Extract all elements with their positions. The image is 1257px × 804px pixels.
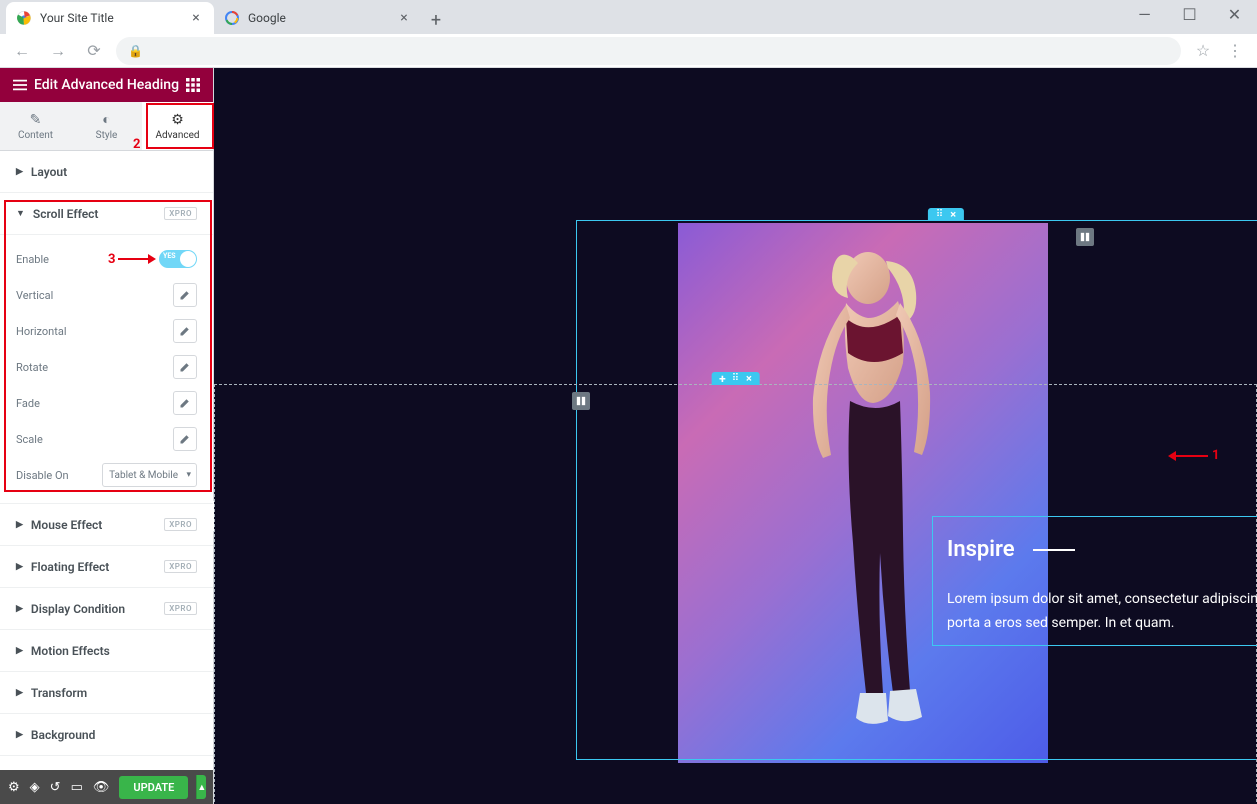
navigator-icon[interactable]: ◈ xyxy=(30,780,40,795)
forward-button[interactable]: → xyxy=(44,37,72,65)
vertical-row: Vertical xyxy=(16,277,197,313)
section-background[interactable]: ▶ Background xyxy=(0,714,213,756)
section-transform[interactable]: ▶ Transform xyxy=(0,672,213,714)
heading-row: Inspire xyxy=(947,537,1257,562)
sidebar-header: Edit Advanced Heading xyxy=(0,68,213,102)
xpro-badge: XPRO xyxy=(164,207,197,220)
tab-style[interactable]: ◐ Style xyxy=(71,102,142,150)
edit-scale-button[interactable] xyxy=(173,427,197,451)
section-handle[interactable]: ⠿ × xyxy=(928,208,964,221)
caret-down-icon: ▼ xyxy=(16,208,25,219)
history-icon[interactable]: ↺ xyxy=(50,780,61,795)
edit-fade-button[interactable] xyxy=(173,391,197,415)
sidebar-footer: ⚙ ◈ ↺ ▭ 👁 UPDATE ▲ xyxy=(0,770,213,804)
caret-right-icon: ▶ xyxy=(16,730,23,740)
tab-title: Your Site Title xyxy=(40,11,180,25)
edit-vertical-button[interactable] xyxy=(173,283,197,307)
column-handle[interactable] xyxy=(1076,228,1094,246)
gear-icon: ⚙ xyxy=(171,112,184,128)
reload-button[interactable]: ⟳ xyxy=(80,37,108,65)
caret-right-icon: ▶ xyxy=(16,646,23,656)
address-bar: ← → ⟳ 🔒 ☆ ⋮ xyxy=(0,34,1257,68)
sidebar-tabs: ✎ Content ◐ Style ⚙ Advanced xyxy=(0,102,213,151)
maximize-button[interactable]: ☐ xyxy=(1167,0,1212,28)
section-floating-effect[interactable]: ▶ Floating Effect XPRO xyxy=(0,546,213,588)
edit-horizontal-button[interactable] xyxy=(173,319,197,343)
tab-strip: Your Site Title × Google × + — ☐ ✕ xyxy=(0,0,1257,34)
editor-canvas[interactable]: ⠿ × + ⠿ × Inspire Lor xyxy=(214,68,1257,804)
chrome-icon xyxy=(16,10,32,26)
lock-icon: 🔒 xyxy=(128,44,143,58)
close-icon[interactable]: × xyxy=(188,10,204,26)
google-icon xyxy=(224,10,240,26)
close-icon[interactable]: × xyxy=(746,372,752,385)
column-handle[interactable] xyxy=(572,392,590,410)
window-controls: — ☐ ✕ xyxy=(1122,0,1257,28)
star-icon[interactable]: ☆ xyxy=(1189,37,1217,65)
tab-advanced[interactable]: ⚙ Advanced xyxy=(142,102,213,150)
disable-on-row: Disable On Tablet & Mobile xyxy=(16,457,197,493)
browser-tab[interactable]: Google × xyxy=(214,2,422,34)
plus-icon[interactable]: + xyxy=(719,372,726,386)
caret-right-icon: ▶ xyxy=(16,167,23,177)
sidebar-body: ▶ Layout ▼ Scroll Effect XPRO Enable YES… xyxy=(0,151,213,770)
grid-icon[interactable] xyxy=(183,75,203,95)
contrast-icon: ◐ xyxy=(102,111,110,128)
update-caret[interactable]: ▲ xyxy=(196,775,206,799)
xpro-badge: XPRO xyxy=(164,602,197,615)
disable-on-select[interactable]: Tablet & Mobile xyxy=(102,463,197,487)
xpro-badge: XPRO xyxy=(164,518,197,531)
pencil-icon: ✎ xyxy=(30,112,42,128)
editor: Edit Advanced Heading ✎ Content ◐ Style … xyxy=(0,68,1257,804)
rotate-row: Rotate xyxy=(16,349,197,385)
preview-icon[interactable]: 👁 xyxy=(93,780,110,795)
close-icon[interactable]: × xyxy=(396,10,412,26)
section-motion-effects[interactable]: ▶ Motion Effects xyxy=(0,630,213,672)
heading-divider xyxy=(1033,549,1075,551)
responsive-icon[interactable]: ▭ xyxy=(71,780,83,795)
heading-widget[interactable]: Inspire Lorem ipsum dolor sit amet, cons… xyxy=(932,516,1257,646)
hamburger-icon[interactable] xyxy=(10,75,30,95)
paragraph-text: Lorem ipsum dolor sit amet, consectetur … xyxy=(947,588,1257,636)
section-display-condition[interactable]: ▶ Display Condition XPRO xyxy=(0,588,213,630)
section-layout[interactable]: ▶ Layout xyxy=(0,151,213,193)
minimize-button[interactable]: — xyxy=(1122,0,1167,28)
section-scroll-effect[interactable]: ▼ Scroll Effect XPRO xyxy=(0,193,213,235)
sidebar-title: Edit Advanced Heading xyxy=(34,77,179,93)
tab-content[interactable]: ✎ Content xyxy=(0,102,71,150)
edit-rotate-button[interactable] xyxy=(173,355,197,379)
fade-row: Fade xyxy=(16,385,197,421)
drag-icon[interactable]: ⠿ xyxy=(936,209,944,220)
settings-icon[interactable]: ⚙ xyxy=(8,780,20,795)
url-input[interactable]: 🔒 xyxy=(116,37,1181,65)
close-icon[interactable]: × xyxy=(950,208,956,221)
scroll-effect-body: Enable YES Vertical Horizontal Rotate Fa… xyxy=(0,235,213,504)
editor-sidebar: Edit Advanced Heading ✎ Content ◐ Style … xyxy=(0,68,214,804)
caret-right-icon: ▶ xyxy=(16,688,23,698)
kebab-icon[interactable]: ⋮ xyxy=(1221,37,1249,65)
section-mouse-effect[interactable]: ▶ Mouse Effect XPRO xyxy=(0,504,213,546)
caret-right-icon: ▶ xyxy=(16,520,23,530)
enable-row: Enable YES xyxy=(16,241,197,277)
drag-icon[interactable]: ⠿ xyxy=(732,373,740,384)
browser-tab-active[interactable]: Your Site Title × xyxy=(6,2,214,34)
scale-row: Scale xyxy=(16,421,197,457)
horizontal-row: Horizontal xyxy=(16,313,197,349)
section-handle[interactable]: + ⠿ × xyxy=(711,372,760,385)
heading-text: Inspire xyxy=(947,537,1015,562)
close-button[interactable]: ✕ xyxy=(1212,0,1257,28)
xpro-badge: XPRO xyxy=(164,560,197,573)
update-button[interactable]: UPDATE xyxy=(119,776,188,799)
back-button[interactable]: ← xyxy=(8,37,36,65)
new-tab-button[interactable]: + xyxy=(422,6,450,34)
tab-title: Google xyxy=(248,11,388,25)
browser-chrome: Your Site Title × Google × + — ☐ ✕ ← → ⟳… xyxy=(0,0,1257,68)
caret-right-icon: ▶ xyxy=(16,562,23,572)
caret-right-icon: ▶ xyxy=(16,604,23,614)
enable-toggle[interactable]: YES xyxy=(159,250,197,268)
